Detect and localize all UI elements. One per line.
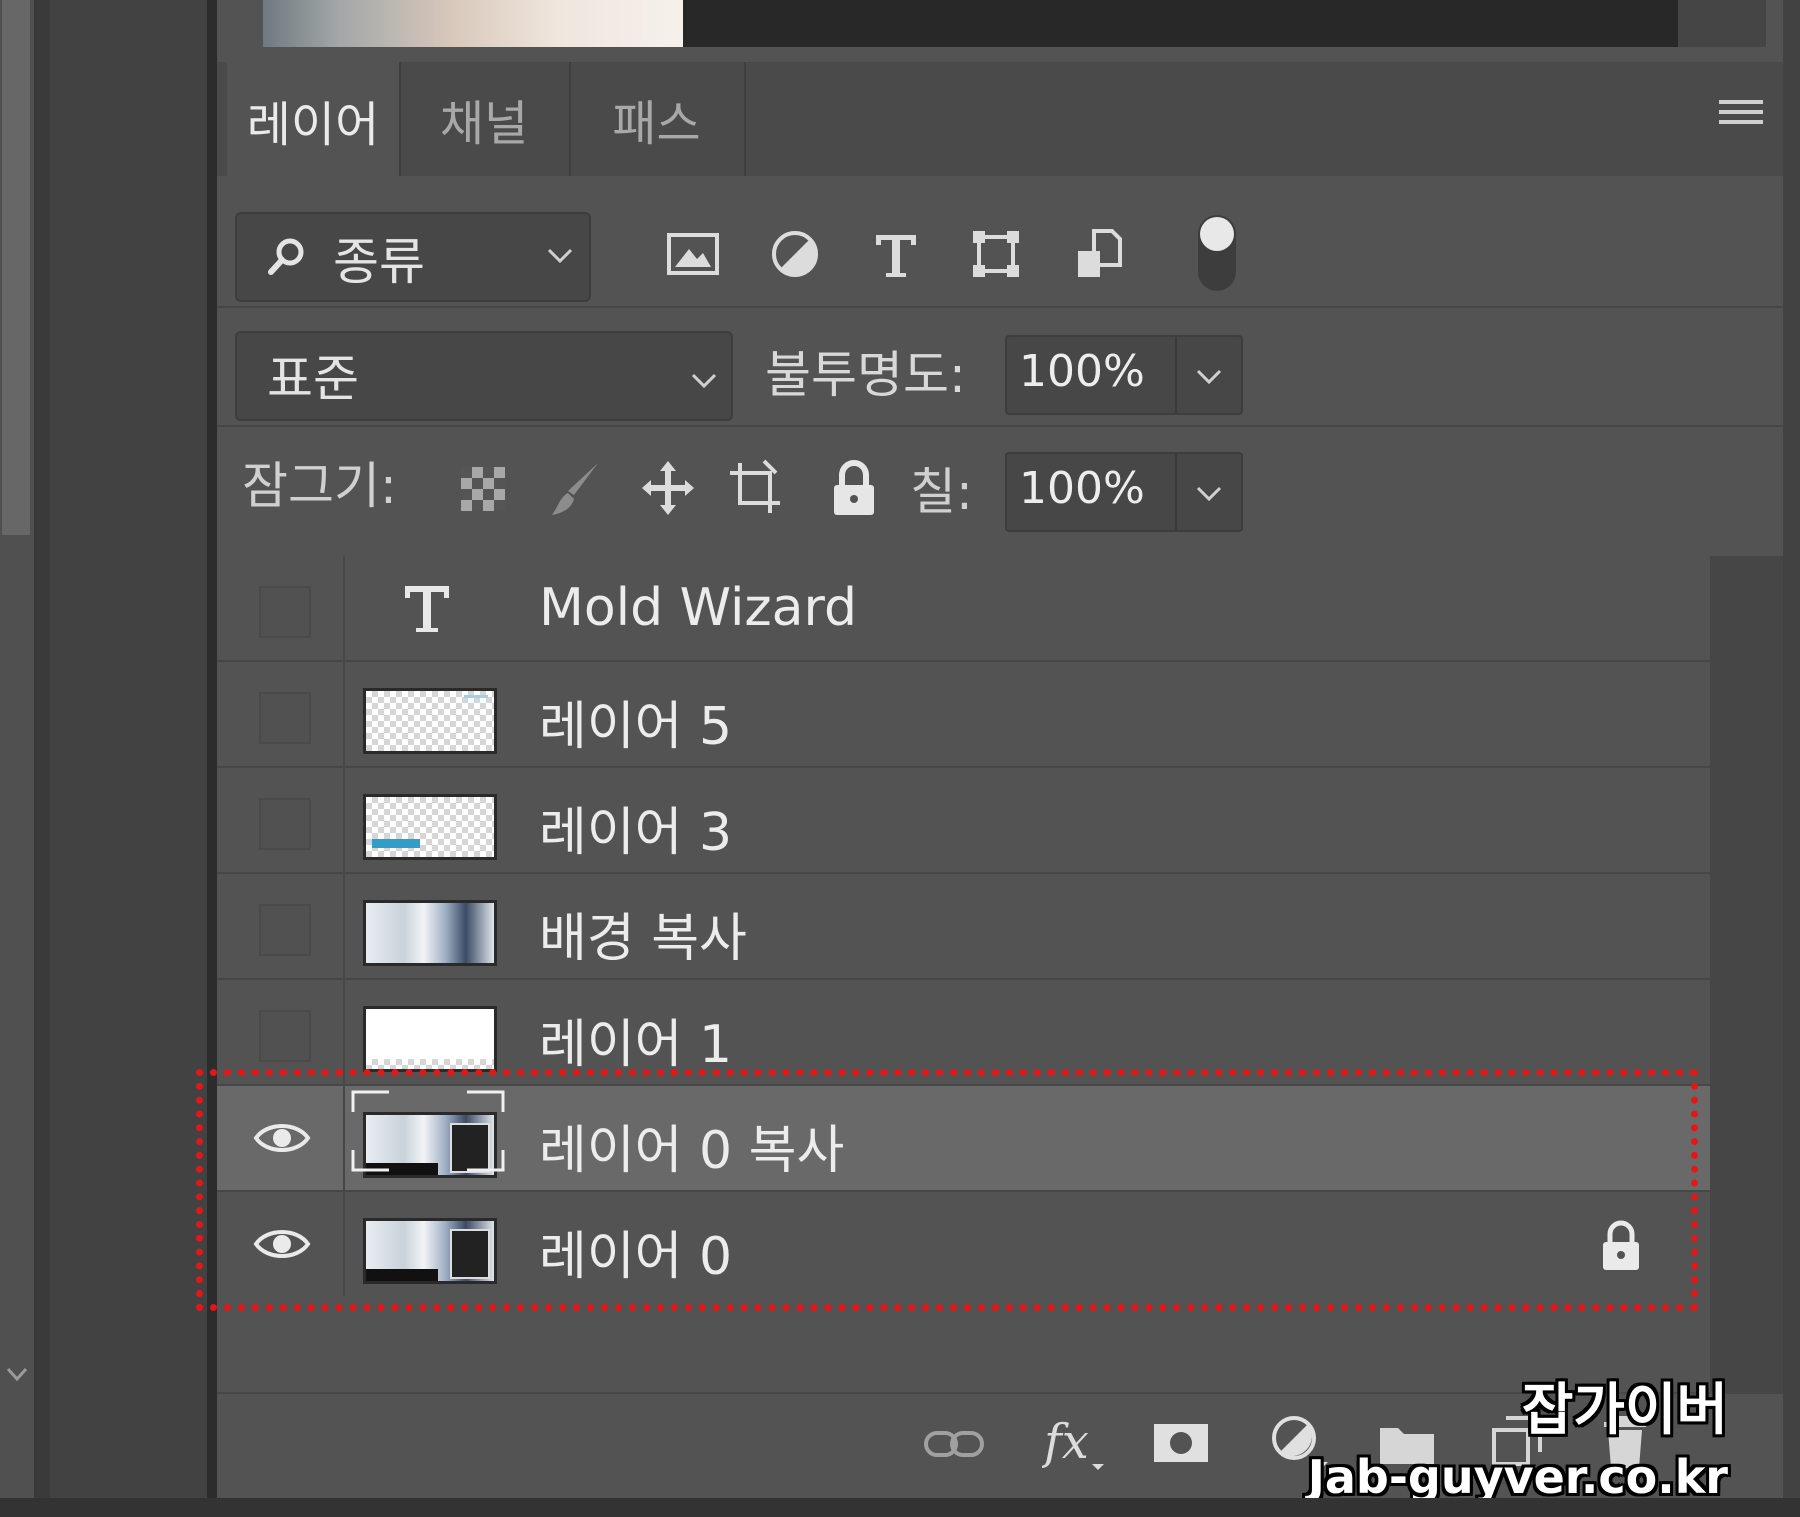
layer-row-layer-0[interactable]: 레이어 0 xyxy=(217,1192,1710,1296)
shape-layer-filter-icon[interactable] xyxy=(966,225,1026,283)
type-layer-icon xyxy=(405,586,449,632)
type-layer-filter-icon[interactable] xyxy=(866,225,926,283)
new-layer-icon[interactable] xyxy=(1490,1414,1544,1468)
layer-thumbnail xyxy=(363,1006,497,1072)
lock-all-icon[interactable] xyxy=(826,457,882,519)
layer-thumbnail xyxy=(363,688,497,754)
visibility-toggle[interactable] xyxy=(259,904,311,956)
navigator-scrollbar[interactable] xyxy=(1678,0,1766,47)
fill-label: 칠: xyxy=(910,463,973,521)
trash-delete-layer-icon[interactable] xyxy=(1600,1412,1650,1470)
layer-name: Mold Wizard xyxy=(539,578,858,638)
panel-divider xyxy=(207,0,217,1500)
fx-layer-style-icon[interactable]: fx xyxy=(1042,1412,1108,1474)
new-adjustment-layer-icon[interactable] xyxy=(1268,1412,1330,1472)
tab-paths[interactable]: 패스 xyxy=(569,62,746,176)
eye-icon[interactable] xyxy=(253,1224,311,1264)
navigator-background xyxy=(683,0,1678,47)
chevron-down-icon[interactable] xyxy=(2,1355,32,1395)
panel-tab-bar: 레이어 채널 패스 xyxy=(217,62,1783,178)
lock-transparency-icon[interactable] xyxy=(455,457,511,519)
opacity-input[interactable]: 100% xyxy=(1005,335,1243,415)
filter-toggle-knob xyxy=(1200,217,1234,251)
layer-row-layer-3[interactable]: 레이어 3 xyxy=(217,768,1710,874)
smart-object-filter-icon[interactable] xyxy=(1068,225,1128,283)
lock-position-move-icon[interactable] xyxy=(640,457,696,519)
tab-channels[interactable]: 채널 xyxy=(399,62,571,176)
left-scrollbar-thumb[interactable] xyxy=(2,0,30,535)
filter-toggle-switch[interactable] xyxy=(1198,215,1236,291)
pixel-layer-filter-icon[interactable] xyxy=(663,225,723,283)
visibility-toggle[interactable] xyxy=(259,798,311,850)
chevron-down-icon[interactable] xyxy=(1194,365,1224,389)
layer-row-layer-0-copy[interactable]: 레이어 0 복사 xyxy=(217,1086,1710,1192)
layer-name: 배경 복사 xyxy=(539,909,747,969)
smart-object-thumbnail xyxy=(363,1218,497,1284)
visibility-toggle[interactable] xyxy=(259,1010,311,1062)
bottom-edge xyxy=(0,1498,1800,1517)
smart-object-thumbnail xyxy=(363,1112,497,1178)
fill-input[interactable]: 100% xyxy=(1005,452,1243,532)
left-panel-edge xyxy=(34,0,50,1500)
navigator-thumbnail xyxy=(263,0,683,47)
opacity-value: 100% xyxy=(1019,346,1145,397)
chevron-down-icon[interactable] xyxy=(1194,482,1224,506)
filter-kind-label: 종류 xyxy=(333,233,425,291)
chevron-down-icon xyxy=(691,373,717,389)
adjustment-layer-filter-icon[interactable] xyxy=(765,225,825,283)
opacity-label: 불투명도: xyxy=(765,346,966,404)
layer-name: 레이어 3 xyxy=(539,803,733,863)
svg-text:fx: fx xyxy=(1042,1414,1089,1470)
layer-row-background-copy[interactable]: 배경 복사 xyxy=(217,874,1710,980)
layer-row-layer-1[interactable]: 레이어 1 xyxy=(217,980,1710,1086)
layer-name: 레이어 0 복사 xyxy=(539,1121,845,1181)
visibility-toggle[interactable] xyxy=(259,586,311,638)
layers-panel-toolbar xyxy=(217,1394,1783,1498)
blend-mode-select[interactable]: 표준 xyxy=(235,331,733,421)
layer-row-mold-wizard[interactable]: Mold Wizard xyxy=(217,556,1710,662)
layer-list: Mold Wizard 레이어 5 레이어 3 배경 복사 레이어 1 레이어 … xyxy=(217,556,1710,1296)
blend-mode-value: 표준 xyxy=(267,350,359,408)
layer-name: 레이어 0 xyxy=(539,1227,733,1287)
smart-object-icon xyxy=(450,1229,490,1279)
layer-row-layer-5[interactable]: 레이어 5 xyxy=(217,662,1710,768)
layer-lock-icon[interactable] xyxy=(1597,1220,1645,1272)
panel-menu-icon[interactable] xyxy=(1719,100,1763,140)
lock-pixels-brush-icon[interactable] xyxy=(548,457,604,519)
layers-panel-window: 레이어 채널 패스 종류 표준 불투명도: 100% 잠그기: 칠: 100% … xyxy=(0,0,1800,1517)
search-icon xyxy=(268,238,304,275)
divider xyxy=(217,306,1783,308)
fill-value: 100% xyxy=(1019,463,1145,514)
lock-artboard-icon[interactable] xyxy=(728,457,784,519)
chevron-down-icon xyxy=(547,248,573,264)
visibility-toggle[interactable] xyxy=(259,692,311,744)
left-scrollbar[interactable] xyxy=(0,0,34,1500)
filter-kind-select[interactable]: 종류 xyxy=(235,212,591,302)
layer-name: 레이어 5 xyxy=(539,697,733,757)
new-group-folder-icon[interactable] xyxy=(1378,1420,1436,1466)
layer-name: 레이어 1 xyxy=(539,1015,733,1075)
add-mask-icon[interactable] xyxy=(1152,1420,1210,1466)
layer-list-scrollbar[interactable] xyxy=(1710,556,1783,1396)
layer-thumbnail xyxy=(363,900,497,966)
lock-label: 잠그기: xyxy=(242,457,397,515)
tab-layers[interactable]: 레이어 xyxy=(227,62,401,178)
divider xyxy=(217,425,1783,427)
eye-icon[interactable] xyxy=(253,1118,311,1158)
link-layers-icon[interactable] xyxy=(922,1420,986,1470)
layer-thumbnail xyxy=(363,794,497,860)
smart-object-icon xyxy=(450,1123,490,1173)
